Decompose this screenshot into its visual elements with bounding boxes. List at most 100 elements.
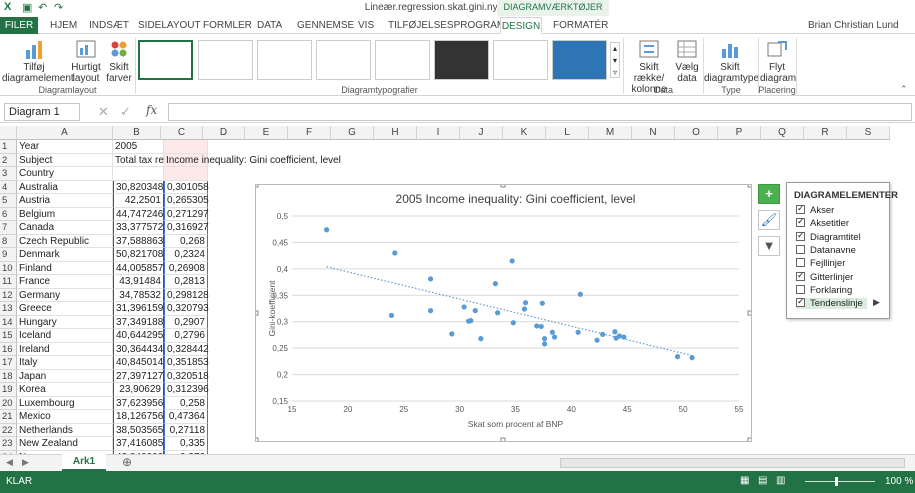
page-break-view-icon[interactable]: ▥: [776, 475, 785, 486]
cell[interactable]: 33,377572: [113, 221, 164, 235]
cell[interactable]: 31,396159: [113, 302, 164, 316]
column-header[interactable]: K: [503, 126, 546, 140]
column-header[interactable]: O: [675, 126, 718, 140]
cell[interactable]: Subject: [17, 153, 113, 167]
cell[interactable]: Mexico: [17, 410, 113, 424]
checkbox[interactable]: [796, 230, 805, 241]
chart-style-1[interactable]: [138, 40, 193, 80]
cell[interactable]: 0,328442: [164, 342, 209, 356]
row-header[interactable]: 15: [0, 329, 17, 343]
cell[interactable]: Japan: [17, 369, 113, 383]
checkbox[interactable]: [796, 216, 805, 228]
row-header[interactable]: 12: [0, 288, 17, 302]
change-colors-button[interactable]: Skift farver: [104, 38, 134, 84]
cell[interactable]: 42,2501: [113, 194, 164, 208]
cell[interactable]: 0,298128: [164, 288, 209, 302]
zoom-level[interactable]: 100 %: [885, 476, 913, 487]
cell[interactable]: 40,845014: [113, 356, 164, 370]
row-header[interactable]: 1: [0, 140, 17, 154]
row-header[interactable]: 4: [0, 180, 17, 194]
cell[interactable]: 2005: [113, 140, 164, 154]
chart-elements-button[interactable]: +: [758, 184, 780, 204]
quick-layout-button[interactable]: Hurtigt layout: [68, 38, 104, 84]
cell[interactable]: 38,503565: [113, 423, 164, 437]
checkbox[interactable]: [796, 296, 805, 308]
cell[interactable]: 37,623956: [113, 396, 164, 410]
row-header[interactable]: 23: [0, 437, 17, 451]
column-header[interactable]: R: [804, 126, 847, 140]
chart-style-2[interactable]: [198, 40, 253, 80]
name-box[interactable]: Diagram 1: [4, 103, 80, 121]
column-header[interactable]: B: [113, 126, 161, 140]
tab-formulas[interactable]: FORMLER: [203, 17, 252, 34]
cell[interactable]: 0,26908: [164, 261, 208, 275]
cell[interactable]: 0,47364: [164, 410, 208, 424]
column-header[interactable]: C: [161, 126, 203, 140]
chart-element-option[interactable]: Tendenslinje: [796, 296, 867, 310]
collapse-ribbon-icon[interactable]: ⌃: [900, 84, 908, 95]
column-header[interactable]: D: [203, 126, 245, 140]
cell[interactable]: 0,320793: [164, 302, 209, 316]
select-all-corner[interactable]: [0, 126, 17, 140]
chart-element-option[interactable]: Diagramtitel: [796, 230, 861, 243]
cell[interactable]: Income inequality: Gini coefficient, lev…: [164, 153, 341, 167]
column-header[interactable]: J: [460, 126, 503, 140]
page-layout-view-icon[interactable]: ▤: [758, 475, 767, 486]
cell[interactable]: 0,301058: [164, 180, 209, 194]
sheet-tab-ark1[interactable]: Ark1: [62, 454, 106, 471]
move-chart-button[interactable]: Flyt diagram: [760, 38, 796, 84]
normal-view-icon[interactable]: ▦: [740, 475, 749, 486]
cell[interactable]: France: [17, 275, 113, 289]
checkbox[interactable]: [796, 270, 805, 281]
cell[interactable]: 40,644295: [113, 329, 164, 343]
chart-element-option[interactable]: Datanavne: [796, 244, 856, 256]
chart-element-option[interactable]: Gitterlinjer: [796, 270, 853, 283]
column-header[interactable]: I: [417, 126, 460, 140]
chart-style-6[interactable]: [434, 40, 489, 80]
cell[interactable]: [164, 140, 208, 154]
cell[interactable]: 0,2324: [164, 248, 208, 262]
chart-canvas[interactable]: 2005 Income inequality: Gini coefficient…: [253, 182, 753, 443]
chart-style-7[interactable]: [493, 40, 548, 80]
formula-input[interactable]: [168, 103, 912, 121]
function-icon[interactable]: fx: [146, 103, 157, 117]
cell[interactable]: Denmark: [17, 248, 113, 262]
column-header[interactable]: Q: [761, 126, 804, 140]
checkbox[interactable]: [796, 203, 805, 214]
select-data-button[interactable]: Vælg data: [674, 38, 700, 84]
column-header[interactable]: A: [17, 126, 113, 140]
tab-insert[interactable]: INDSÆT: [89, 17, 129, 34]
cell[interactable]: 34,78532: [113, 288, 164, 302]
checkbox[interactable]: [796, 258, 805, 268]
tab-file[interactable]: FILER: [0, 17, 38, 34]
zoom-slider[interactable]: [805, 481, 875, 482]
cell[interactable]: Country: [17, 167, 113, 181]
cell[interactable]: Australia: [17, 180, 113, 194]
row-header[interactable]: 9: [0, 248, 17, 262]
chart-style-5[interactable]: [375, 40, 430, 80]
column-header[interactable]: L: [546, 126, 589, 140]
cell[interactable]: 30,364434: [113, 342, 164, 356]
chart-style-3[interactable]: [257, 40, 312, 80]
chart-filters-button[interactable]: ▼: [758, 236, 780, 256]
checkbox[interactable]: [796, 244, 805, 254]
chart-element-option[interactable]: Fejllinjer: [796, 258, 845, 269]
row-header[interactable]: 17: [0, 356, 17, 370]
row-header[interactable]: 8: [0, 234, 17, 248]
cell[interactable]: 50,821708: [113, 248, 164, 262]
cell[interactable]: 37,349188: [113, 315, 164, 329]
row-header[interactable]: 19: [0, 383, 17, 397]
cell[interactable]: 37,416085: [113, 437, 164, 451]
tab-view[interactable]: VIS: [358, 17, 374, 34]
cell[interactable]: 30,820348: [113, 180, 164, 194]
cell[interactable]: Germany: [17, 288, 113, 302]
cell[interactable]: 18,126756: [113, 410, 164, 424]
add-chart-element-button[interactable]: Tilføj diagramelement: [2, 38, 74, 84]
cell[interactable]: Canada: [17, 221, 113, 235]
cell[interactable]: 44,005857: [113, 261, 164, 275]
cell[interactable]: 44,747246: [113, 207, 164, 221]
add-sheet-icon[interactable]: ⊕: [122, 455, 132, 469]
scatter-chart[interactable]: 2005 Income inequality: Gini coefficient…: [253, 182, 753, 443]
checkbox[interactable]: [796, 284, 805, 294]
cell[interactable]: Italy: [17, 356, 113, 370]
